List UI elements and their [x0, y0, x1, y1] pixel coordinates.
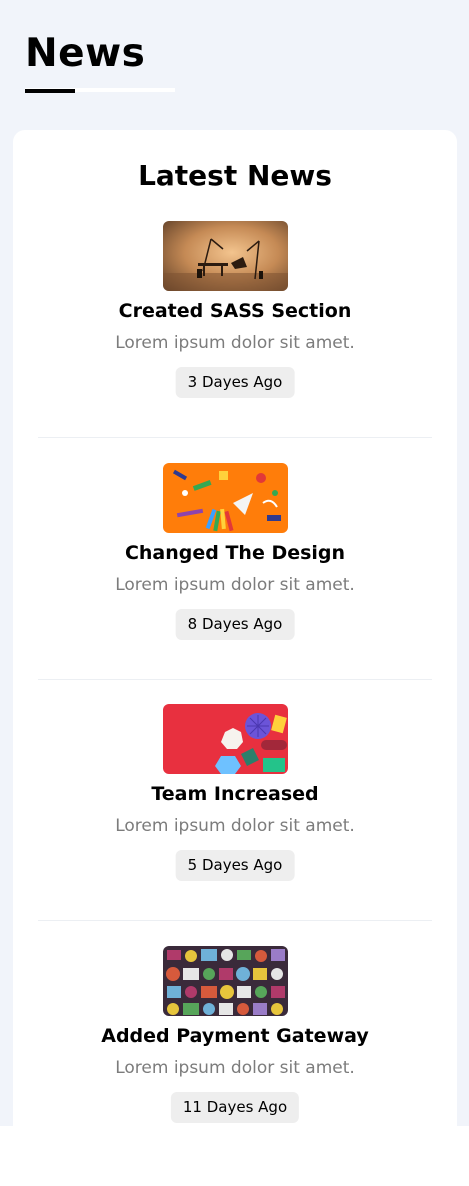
news-item[interactable]: Created SASS Section Lorem ipsum dolor s…	[38, 196, 432, 438]
news-item-description: Lorem ipsum dolor sit amet.	[115, 575, 355, 595]
page-title: News	[25, 31, 146, 76]
news-item-title: Created SASS Section	[118, 300, 352, 322]
news-item-description: Lorem ipsum dolor sit amet.	[115, 333, 355, 353]
latest-news-card: Latest News Created SASS Section Lorem i…	[13, 130, 457, 1140]
desk-lamp-thumbnail	[163, 221, 288, 291]
news-item[interactable]: Changed The Design Lorem ipsum dolor sit…	[38, 438, 432, 680]
news-item-title: Team Increased	[151, 783, 319, 805]
title-underline-accent	[25, 89, 75, 93]
news-item-title: Added Payment Gateway	[101, 1025, 369, 1047]
news-item[interactable]: Added Payment Gateway Lorem ipsum dolor …	[38, 921, 432, 1140]
doodle-thumbnail	[163, 946, 288, 1016]
news-item[interactable]: Team Increased Lorem ipsum dolor sit ame…	[38, 679, 432, 921]
stationery-thumbnail	[163, 463, 288, 533]
news-item-age-badge: 3 Dayes Ago	[175, 367, 295, 398]
news-item-age-badge: 11 Dayes Ago	[170, 1092, 300, 1123]
news-item-title: Changed The Design	[124, 542, 346, 564]
news-item-age-badge: 5 Dayes Ago	[175, 850, 295, 881]
news-item-description: Lorem ipsum dolor sit amet.	[115, 1058, 355, 1078]
news-item-description: Lorem ipsum dolor sit amet.	[115, 816, 355, 836]
news-item-age-badge: 8 Dayes Ago	[175, 609, 295, 640]
shapes-thumbnail	[163, 704, 288, 774]
latest-news-heading: Latest News	[138, 159, 332, 192]
